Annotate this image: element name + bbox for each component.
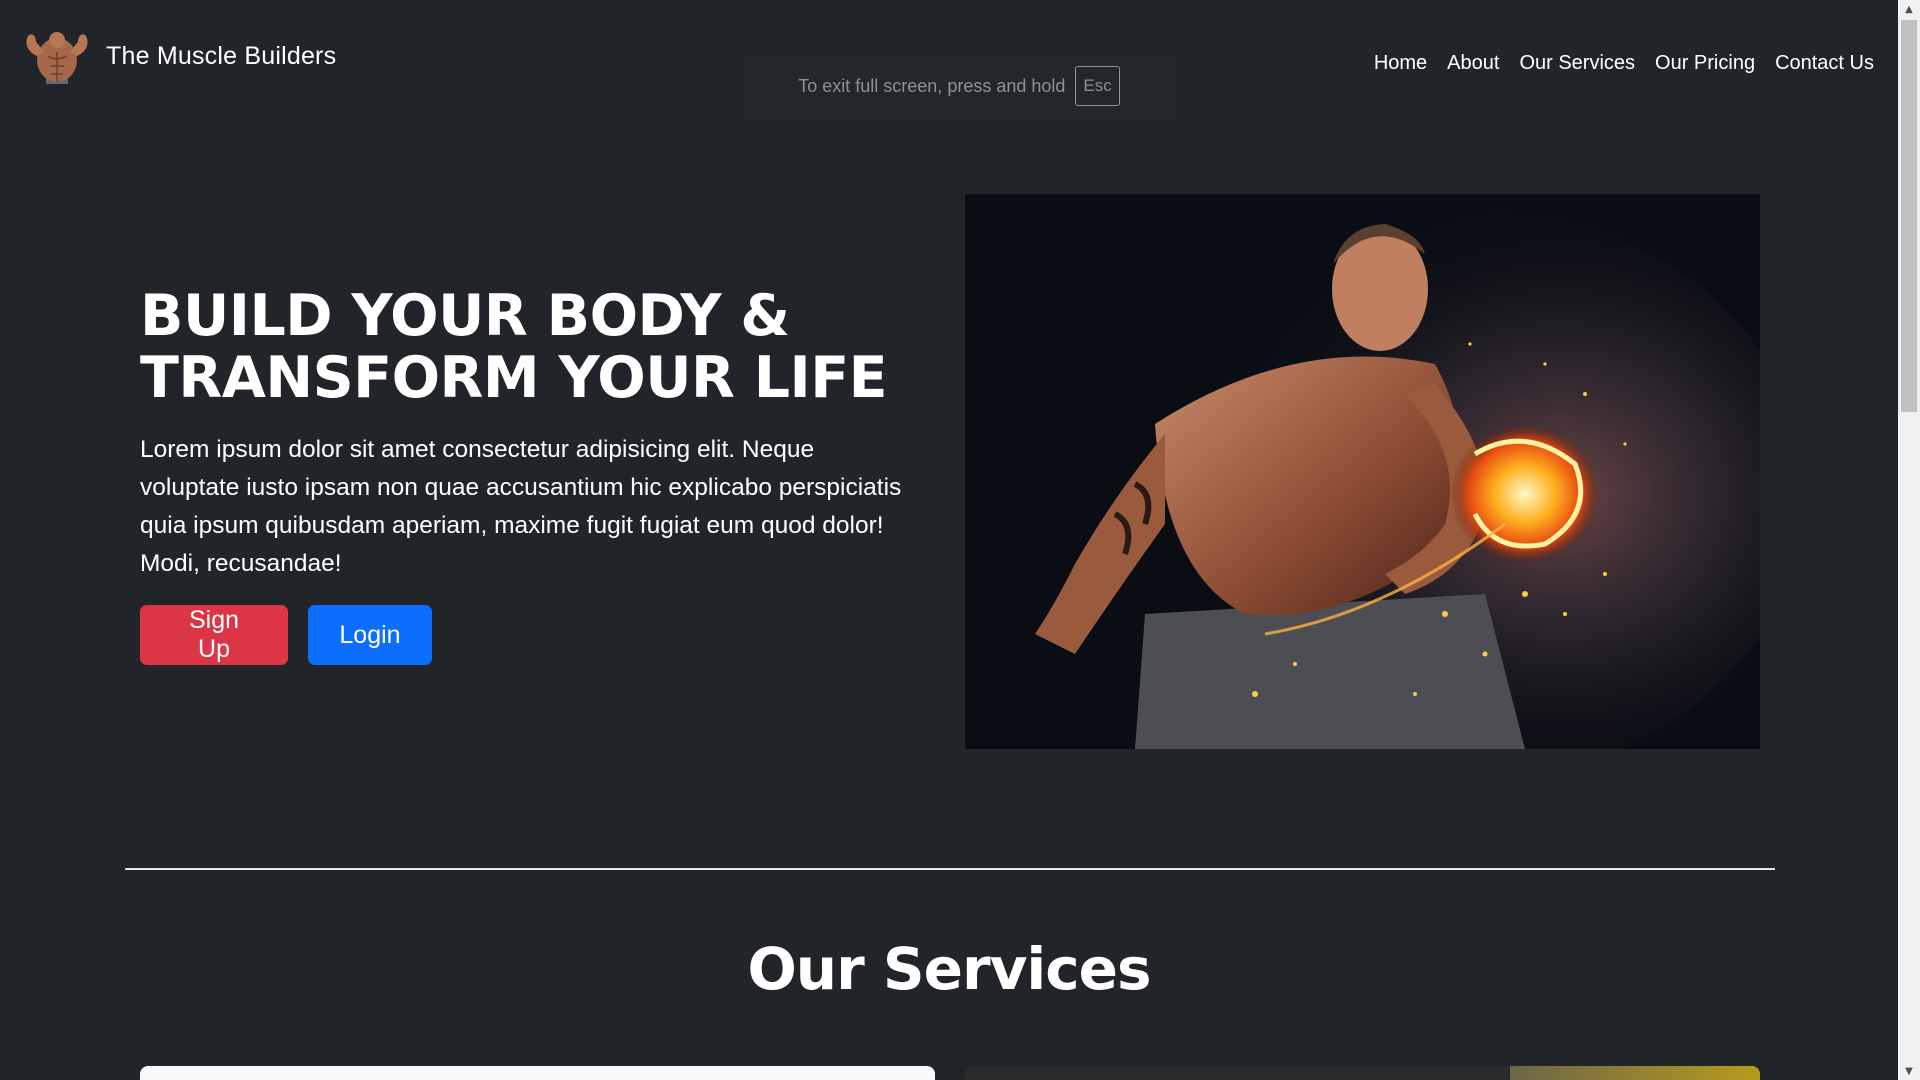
nav-item-our-pricing[interactable]: Our Pricing [1655, 52, 1755, 75]
nav-links: Home About Our Services Our Pricing Cont… [1374, 52, 1874, 75]
login-button[interactable]: Login [308, 605, 432, 665]
hero-actions: Sign Up Login [140, 605, 920, 665]
scrollbar-thumb[interactable] [1901, 20, 1917, 412]
nav-item-about[interactable]: About [1447, 52, 1499, 75]
sign-up-button[interactable]: Sign Up [140, 605, 288, 665]
scroll-down-arrow-icon[interactable]: ▼ [1898, 1062, 1920, 1080]
page-scrollbar[interactable]: ▲ ▼ [1898, 0, 1920, 1080]
hero-title-line-1: BUILD YOUR BODY & [140, 283, 790, 349]
hero-lead: Lorem ipsum dolor sit amet consectetur a… [140, 436, 902, 577]
hero-section: BUILD YOUR BODY & TRANSFORM YOUR LIFE Lo… [140, 285, 920, 665]
navbar: The Muscle Builders To exit full screen,… [0, 0, 1898, 120]
hero-image [965, 194, 1760, 749]
muscular-man-fire-dumbbell-image [965, 194, 1760, 749]
service-card-image [1510, 1066, 1760, 1080]
services-section-title: Our Services [747, 935, 1151, 1003]
brand[interactable]: The Muscle Builders [20, 26, 336, 86]
nav-item-contact-us[interactable]: Contact Us [1775, 52, 1874, 75]
bodybuilder-logo-icon [26, 32, 88, 84]
brand-name: The Muscle Builders [106, 41, 337, 70]
fullscreen-toast-text: To exit full screen, press and hold [798, 75, 1066, 96]
nav-item-our-services[interactable]: Our Services [1519, 52, 1635, 75]
section-divider [125, 868, 1775, 870]
service-card[interactable] [140, 1066, 935, 1080]
esc-key-badge: Esc [1075, 66, 1120, 106]
service-card[interactable] [965, 1066, 1760, 1080]
hero-title: BUILD YOUR BODY & TRANSFORM YOUR LIFE [140, 285, 920, 409]
scroll-up-arrow-icon[interactable]: ▲ [1898, 0, 1920, 18]
nav-item-home[interactable]: Home [1374, 52, 1427, 75]
fullscreen-exit-toast: To exit full screen, press and hold Esc [742, 55, 1176, 117]
hero-title-line-2: TRANSFORM YOUR LIFE [140, 345, 888, 411]
